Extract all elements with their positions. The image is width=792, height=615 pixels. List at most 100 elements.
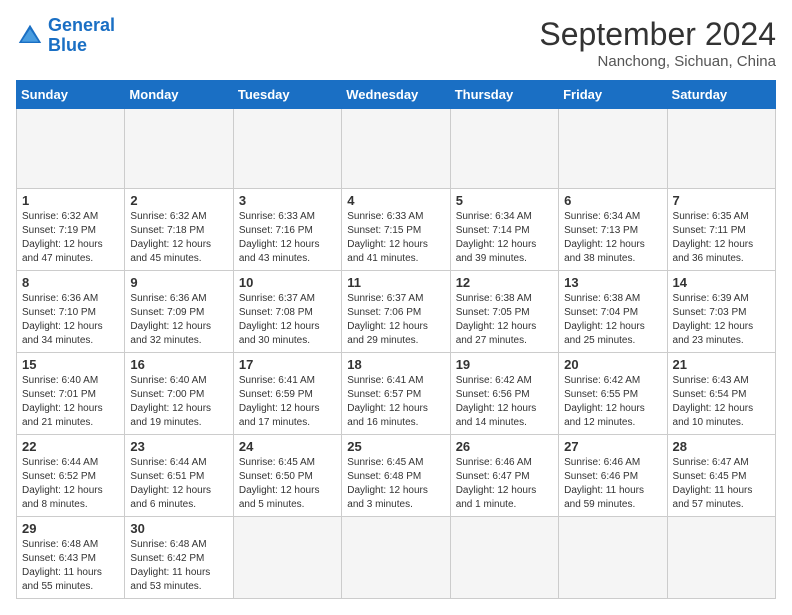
day-info: Sunrise: 6:48 AMSunset: 6:43 PMDaylight:…	[22, 538, 119, 594]
day-number: 30	[130, 521, 227, 536]
logo: General Blue	[16, 16, 115, 56]
day-number: 22	[22, 439, 119, 454]
calendar-cell: 29 Sunrise: 6:48 AMSunset: 6:43 PMDayligh…	[17, 517, 125, 599]
calendar-cell: 4 Sunrise: 6:33 AMSunset: 7:15 PMDaylight…	[342, 189, 450, 271]
page-header: General Blue September 2024 Nanchong, Si…	[16, 16, 776, 70]
month-title: September 2024	[539, 16, 776, 53]
day-info: Sunrise: 6:39 AMSunset: 7:03 PMDaylight:…	[673, 292, 770, 348]
day-info: Sunrise: 6:32 AMSunset: 7:19 PMDaylight:…	[22, 210, 119, 266]
day-number: 27	[564, 439, 661, 454]
day-info: Sunrise: 6:34 AMSunset: 7:13 PMDaylight:…	[564, 210, 661, 266]
day-number: 23	[130, 439, 227, 454]
day-info: Sunrise: 6:46 AMSunset: 6:46 PMDaylight:…	[564, 456, 661, 512]
logo-text: General Blue	[48, 16, 115, 56]
calendar-cell: 14 Sunrise: 6:39 AMSunset: 7:03 PMDayligh…	[667, 271, 775, 353]
calendar-cell: 30 Sunrise: 6:48 AMSunset: 6:42 PMDayligh…	[125, 517, 233, 599]
day-info: Sunrise: 6:34 AMSunset: 7:14 PMDaylight:…	[456, 210, 553, 266]
title-block: September 2024 Nanchong, Sichuan, China	[539, 16, 776, 70]
calendar-cell: 12 Sunrise: 6:38 AMSunset: 7:05 PMDayligh…	[450, 271, 558, 353]
calendar-cell: 22 Sunrise: 6:44 AMSunset: 6:52 PMDayligh…	[17, 435, 125, 517]
day-number: 10	[239, 275, 336, 290]
calendar-cell	[667, 109, 775, 189]
day-info: Sunrise: 6:35 AMSunset: 7:11 PMDaylight:…	[673, 210, 770, 266]
day-info: Sunrise: 6:43 AMSunset: 6:54 PMDaylight:…	[673, 374, 770, 430]
day-info: Sunrise: 6:38 AMSunset: 7:04 PMDaylight:…	[564, 292, 661, 348]
calendar-week-row	[17, 109, 776, 189]
calendar-cell: 23 Sunrise: 6:44 AMSunset: 6:51 PMDayligh…	[125, 435, 233, 517]
day-info: Sunrise: 6:46 AMSunset: 6:47 PMDaylight:…	[456, 456, 553, 512]
calendar-cell	[125, 109, 233, 189]
header-row: Sunday Monday Tuesday Wednesday Thursday…	[17, 81, 776, 109]
calendar-cell: 16Sunrise: 6:40 AMSunset: 7:00 PMDayligh…	[125, 353, 233, 435]
day-number: 15	[22, 357, 119, 372]
calendar-cell: 21Sunrise: 6:43 AMSunset: 6:54 PMDayligh…	[667, 353, 775, 435]
day-info: Sunrise: 6:32 AMSunset: 7:18 PMDaylight:…	[130, 210, 227, 266]
col-thursday: Thursday	[450, 81, 558, 109]
calendar-cell: 5 Sunrise: 6:34 AMSunset: 7:14 PMDaylight…	[450, 189, 558, 271]
calendar-cell: 20 Sunrise: 6:42 AMSunset: 6:55 PMDayligh…	[559, 353, 667, 435]
calendar-cell	[667, 517, 775, 599]
day-info: Sunrise: 6:48 AMSunset: 6:42 PMDaylight:…	[130, 538, 227, 594]
day-info: Sunrise: 6:37 AMSunset: 7:08 PMDaylight:…	[239, 292, 336, 348]
day-number: 16	[130, 357, 227, 372]
col-saturday: Saturday	[667, 81, 775, 109]
day-info: Sunrise: 6:44 AMSunset: 6:52 PMDaylight:…	[22, 456, 119, 512]
calendar-cell: 25 Sunrise: 6:45 AMSunset: 6:48 PMDayligh…	[342, 435, 450, 517]
calendar-cell	[450, 109, 558, 189]
calendar-cell: 28 Sunrise: 6:47 AMSunset: 6:45 PMDayligh…	[667, 435, 775, 517]
col-friday: Friday	[559, 81, 667, 109]
day-info: Sunrise: 6:45 AMSunset: 6:50 PMDaylight:…	[239, 456, 336, 512]
day-info: Sunrise: 6:42 AMSunset: 6:55 PMDaylight:…	[564, 374, 661, 430]
day-number: 3	[239, 193, 336, 208]
calendar-cell	[342, 517, 450, 599]
calendar-cell	[342, 109, 450, 189]
calendar-cell: 7 Sunrise: 6:35 AMSunset: 7:11 PMDaylight…	[667, 189, 775, 271]
day-number: 14	[673, 275, 770, 290]
calendar-cell: 24Sunrise: 6:45 AMSunset: 6:50 PMDayligh…	[233, 435, 341, 517]
calendar-cell: 2 Sunrise: 6:32 AMSunset: 7:18 PMDaylight…	[125, 189, 233, 271]
day-number: 1	[22, 193, 119, 208]
location: Nanchong, Sichuan, China	[539, 53, 776, 70]
calendar-week-row: 1 Sunrise: 6:32 AMSunset: 7:19 PMDaylight…	[17, 189, 776, 271]
day-number: 28	[673, 439, 770, 454]
col-wednesday: Wednesday	[342, 81, 450, 109]
day-number: 25	[347, 439, 444, 454]
day-info: Sunrise: 6:42 AMSunset: 6:56 PMDaylight:…	[456, 374, 553, 430]
day-info: Sunrise: 6:37 AMSunset: 7:06 PMDaylight:…	[347, 292, 444, 348]
day-info: Sunrise: 6:40 AMSunset: 7:01 PMDaylight:…	[22, 374, 119, 430]
day-number: 4	[347, 193, 444, 208]
calendar-week-row: 8Sunrise: 6:36 AMSunset: 7:10 PMDaylight…	[17, 271, 776, 353]
calendar-cell: 27 Sunrise: 6:46 AMSunset: 6:46 PMDayligh…	[559, 435, 667, 517]
day-info: Sunrise: 6:33 AMSunset: 7:15 PMDaylight:…	[347, 210, 444, 266]
day-info: Sunrise: 6:45 AMSunset: 6:48 PMDaylight:…	[347, 456, 444, 512]
day-info: Sunrise: 6:38 AMSunset: 7:05 PMDaylight:…	[456, 292, 553, 348]
calendar-cell	[559, 517, 667, 599]
day-number: 17	[239, 357, 336, 372]
day-number: 7	[673, 193, 770, 208]
calendar-cell	[233, 109, 341, 189]
calendar-cell: 15 Sunrise: 6:40 AMSunset: 7:01 PMDayligh…	[17, 353, 125, 435]
logo-icon	[16, 22, 44, 50]
calendar-table: Sunday Monday Tuesday Wednesday Thursday…	[16, 80, 776, 599]
calendar-cell: 9Sunrise: 6:36 AMSunset: 7:09 PMDaylight…	[125, 271, 233, 353]
day-number: 12	[456, 275, 553, 290]
day-number: 18	[347, 357, 444, 372]
day-number: 11	[347, 275, 444, 290]
calendar-week-row: 15 Sunrise: 6:40 AMSunset: 7:01 PMDayligh…	[17, 353, 776, 435]
calendar-cell: 19Sunrise: 6:42 AMSunset: 6:56 PMDayligh…	[450, 353, 558, 435]
calendar-cell	[233, 517, 341, 599]
day-info: Sunrise: 6:47 AMSunset: 6:45 PMDaylight:…	[673, 456, 770, 512]
calendar-cell: 8Sunrise: 6:36 AMSunset: 7:10 PMDaylight…	[17, 271, 125, 353]
calendar-cell: 1 Sunrise: 6:32 AMSunset: 7:19 PMDaylight…	[17, 189, 125, 271]
day-number: 5	[456, 193, 553, 208]
calendar-cell: 26Sunrise: 6:46 AMSunset: 6:47 PMDayligh…	[450, 435, 558, 517]
col-tuesday: Tuesday	[233, 81, 341, 109]
day-number: 29	[22, 521, 119, 536]
calendar-cell: 10 Sunrise: 6:37 AMSunset: 7:08 PMDayligh…	[233, 271, 341, 353]
day-number: 13	[564, 275, 661, 290]
day-number: 20	[564, 357, 661, 372]
calendar-cell: 3Sunrise: 6:33 AMSunset: 7:16 PMDaylight…	[233, 189, 341, 271]
day-number: 2	[130, 193, 227, 208]
day-info: Sunrise: 6:44 AMSunset: 6:51 PMDaylight:…	[130, 456, 227, 512]
day-info: Sunrise: 6:41 AMSunset: 6:57 PMDaylight:…	[347, 374, 444, 430]
